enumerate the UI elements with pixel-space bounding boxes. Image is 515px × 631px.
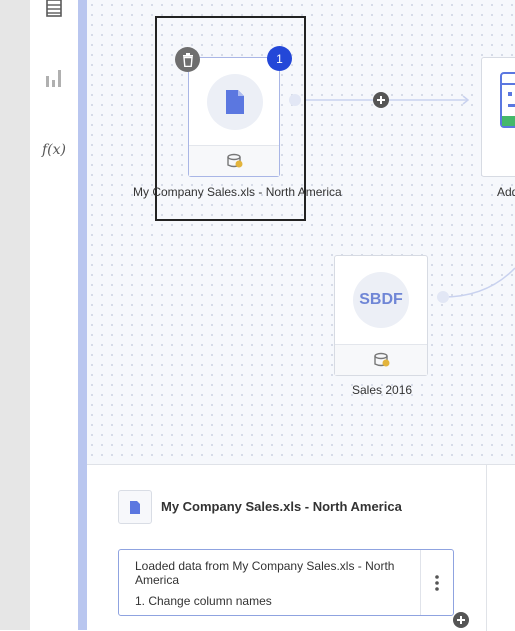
table-tool[interactable] (30, 0, 78, 18)
add-columns-node[interactable] (481, 57, 515, 177)
document-icon (130, 500, 140, 514)
panel-divider[interactable] (78, 0, 87, 630)
panel-separator (486, 465, 487, 631)
node-count-badge: 1 (267, 46, 292, 71)
node-icon-circle (207, 74, 263, 130)
function-icon: f(x) (41, 142, 66, 158)
more-options-button[interactable] (420, 550, 453, 615)
data-canvas: 1 My Company Sales.xls - North America S… (87, 0, 515, 464)
sbdf-icon: SBDF (359, 291, 403, 308)
table-icon (46, 0, 62, 17)
document-icon (226, 90, 244, 114)
data-source-node-sales-2016[interactable]: SBDF (334, 255, 428, 376)
panel-title: My Company Sales.xls - North America (161, 499, 402, 514)
transformation-step-card[interactable]: Loaded data from My Company Sales.xls - … (118, 549, 454, 616)
function-tool[interactable]: f(x) (30, 142, 78, 158)
add-node-icon (377, 96, 385, 104)
node-icon-circle: SBDF (353, 272, 409, 328)
tools-sidebar: f(x) (30, 0, 78, 630)
details-panel: My Company Sales.xls - North America Loa… (87, 464, 515, 631)
left-gutter (0, 0, 30, 630)
data-source-icon (227, 153, 243, 168)
trash-icon (182, 52, 193, 67)
add-node-button[interactable] (373, 92, 389, 108)
add-columns-icon (500, 72, 515, 128)
kebab-menu-icon (435, 574, 439, 591)
node-footer (335, 344, 427, 375)
node-label: My Company Sales.xls - North America (133, 185, 342, 199)
node-footer (189, 145, 279, 176)
data-source-icon (374, 352, 390, 367)
step-description: Loaded data from My Company Sales.xls - … (135, 559, 395, 587)
add-icon (457, 616, 465, 624)
delete-node-button[interactable] (175, 47, 200, 72)
node-label: Add (497, 185, 515, 199)
source-icon-box (118, 490, 152, 524)
step-item: 1. Change column names (135, 594, 272, 608)
node-label: Sales 2016 (352, 383, 413, 397)
data-source-node-north-america[interactable] (188, 57, 280, 177)
bar-chart-tool[interactable] (30, 68, 78, 88)
add-step-button[interactable] (453, 612, 469, 628)
bar-chart-icon (46, 70, 61, 87)
